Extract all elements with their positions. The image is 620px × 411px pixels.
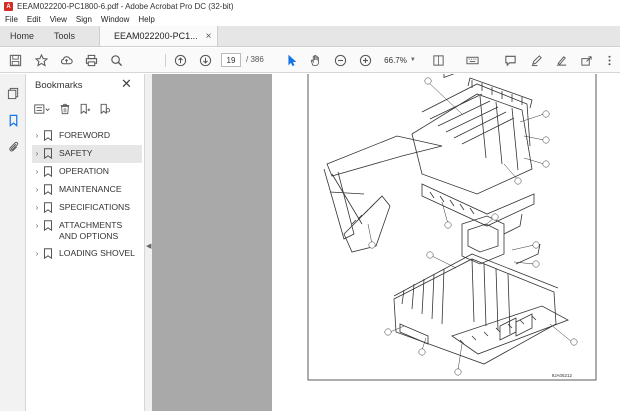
hand-tool-icon[interactable] (307, 52, 324, 69)
more-tools-icon[interactable] (601, 52, 618, 69)
bookmark-label: SPECIFICATIONS (59, 202, 130, 212)
share-icon[interactable] (578, 52, 595, 69)
menu-file[interactable]: File (5, 15, 18, 24)
collapse-panel-arrow-icon[interactable]: ◀ (146, 242, 151, 250)
bookmark-icon (44, 202, 52, 213)
bookmark-icon (44, 248, 52, 259)
new-bookmark-icon[interactable] (78, 102, 92, 116)
chevron-right-icon[interactable]: › (32, 248, 42, 259)
close-panel-icon[interactable]: ✕ (121, 76, 132, 92)
tab-home[interactable]: Home (0, 26, 44, 46)
tab-bar: Home Tools EEAM022200-PC1... × (0, 26, 620, 47)
bookmark-item-foreword[interactable]: › FOREWORD (32, 127, 142, 145)
menu-window[interactable]: Window (101, 15, 129, 24)
chevron-right-icon[interactable]: › (32, 166, 42, 177)
page-display-icon[interactable] (430, 52, 447, 69)
bookmark-item-attachments-and-options[interactable]: › ATTACHMENTS AND OPTIONS (32, 217, 142, 245)
next-page-icon[interactable] (197, 52, 214, 69)
bookmark-options-icon[interactable] (32, 102, 52, 116)
bookmark-item-operation[interactable]: › OPERATION (32, 163, 142, 181)
attachments-paperclip-icon[interactable] (5, 138, 21, 154)
navigation-rail (0, 74, 26, 411)
tab-document-label: EEAM022200-PC1... (114, 31, 198, 41)
bookmarks-panel-title: Bookmarks (35, 80, 83, 91)
bookmark-icon (44, 184, 52, 195)
chevron-right-icon[interactable]: › (32, 220, 42, 231)
page-total: / 386 (246, 55, 264, 64)
panel-splitter[interactable]: ◀ (144, 74, 152, 411)
save-icon[interactable] (7, 52, 24, 69)
delete-trash-icon[interactable] (58, 102, 72, 116)
bookmark-item-loading-shovel[interactable]: › LOADING SHOVEL (32, 245, 142, 263)
bookmarks-list: › FOREWORD › SAFETY › OPERATION › MAINTE… (32, 127, 142, 263)
zoom-level-select[interactable]: 66.7% ▼ (382, 53, 418, 67)
main-toolbar: 19 / 386 66.7% ▼ (0, 48, 620, 73)
document-view[interactable]: 9JA05212 (152, 74, 620, 411)
figure-code: 9JA05212 (552, 373, 573, 378)
menu-edit[interactable]: Edit (27, 15, 41, 24)
bookmark-label: LOADING SHOVEL (59, 248, 135, 258)
select-cursor-icon[interactable] (283, 52, 300, 69)
star-icon[interactable] (33, 52, 50, 69)
menu-sign[interactable]: Sign (76, 15, 92, 24)
chevron-down-icon: ▼ (409, 57, 416, 63)
bookmark-panel-icon[interactable] (5, 112, 21, 128)
pdf-page[interactable]: 9JA05212 (272, 74, 620, 411)
chevron-right-icon[interactable]: › (32, 202, 42, 213)
chevron-right-icon[interactable]: › (32, 184, 42, 195)
highlight-pen-icon[interactable] (528, 52, 545, 69)
excavator-diagram: 9JA05212 (307, 74, 597, 381)
keyboard-icon[interactable] (464, 52, 481, 69)
zoom-level-value: 66.7% (384, 55, 407, 65)
chevron-right-icon[interactable]: › (32, 148, 42, 159)
find-bookmark-icon[interactable] (98, 102, 112, 116)
bookmark-icon (44, 166, 52, 177)
window-title: EEAM022200-PC1800-6.pdf - Adobe Acrobat … (17, 2, 234, 11)
menu-bar: File Edit View Sign Window Help (0, 13, 620, 26)
bookmark-label: ATTACHMENTS AND OPTIONS (59, 220, 123, 241)
tab-close-icon[interactable]: × (206, 31, 212, 42)
page-number-input[interactable]: 19 (221, 53, 241, 67)
excavator-rear-view (393, 213, 569, 365)
tab-tools[interactable]: Tools (44, 26, 85, 46)
page-thumbnails-icon[interactable] (5, 85, 21, 101)
upload-cloud-icon[interactable] (58, 52, 75, 69)
bookmarks-panel: Bookmarks ✕ › FOREWORD › SAFETY › OPERAT… (26, 74, 144, 411)
toolbar-separator (165, 54, 166, 67)
bookmark-label: MAINTENANCE (59, 184, 122, 194)
print-icon[interactable] (83, 52, 100, 69)
title-bar: A EEAM022200-PC1800-6.pdf - Adobe Acroba… (0, 0, 620, 13)
bookmark-label: SAFETY (59, 148, 93, 158)
bookmark-item-safety[interactable]: › SAFETY (32, 145, 142, 163)
callouts-bottom: 9JA05212 (384, 213, 578, 378)
previous-page-icon[interactable] (172, 52, 189, 69)
bookmark-icon (44, 148, 52, 159)
bookmark-icon (44, 220, 52, 231)
chevron-right-icon[interactable]: › (32, 130, 42, 141)
zoom-out-icon[interactable] (332, 52, 349, 69)
bookmark-icon (44, 130, 52, 141)
menu-view[interactable]: View (50, 15, 67, 24)
menu-help[interactable]: Help (138, 15, 154, 24)
document-background (152, 74, 272, 411)
tab-document[interactable]: EEAM022200-PC1... × (99, 26, 219, 46)
bookmarks-toolbar (32, 101, 112, 117)
comment-icon[interactable] (502, 52, 519, 69)
bookmark-label: FOREWORD (59, 130, 111, 140)
bookmark-label: OPERATION (59, 166, 109, 176)
excavator-side-view (323, 74, 535, 253)
zoom-in-icon[interactable] (357, 52, 374, 69)
acrobat-logo-icon: A (4, 2, 13, 11)
bookmark-item-specifications[interactable]: › SPECIFICATIONS (32, 199, 142, 217)
search-icon[interactable] (108, 52, 125, 69)
fill-sign-icon[interactable] (553, 52, 570, 69)
bookmark-item-maintenance[interactable]: › MAINTENANCE (32, 181, 142, 199)
